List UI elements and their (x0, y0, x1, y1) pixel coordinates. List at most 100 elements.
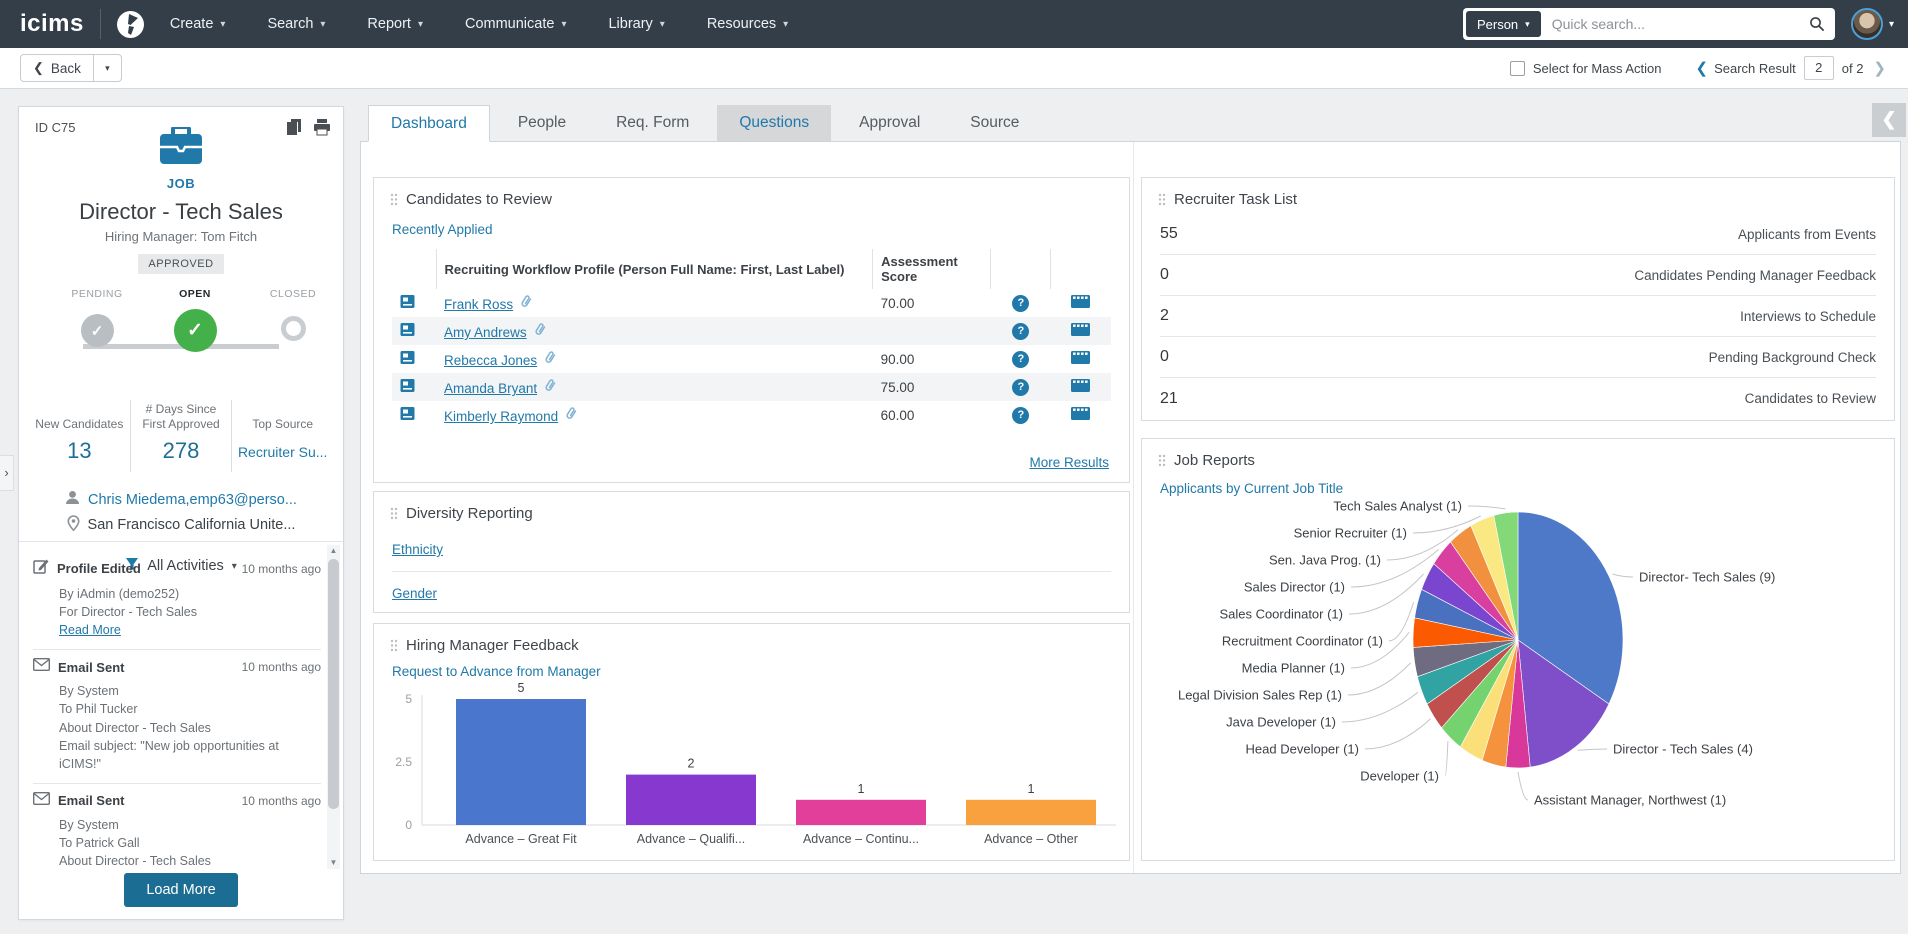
candidate-name-link[interactable]: Amanda Bryant (444, 381, 537, 396)
tab-approval[interactable]: Approval (837, 105, 942, 141)
activity-scrollbar[interactable]: ▲ ▼ (327, 545, 340, 869)
stat-value[interactable]: Recruiter Su... (236, 444, 329, 460)
candidate-name-link[interactable]: Rebecca Jones (444, 353, 537, 368)
back-button[interactable]: ❮ Back (21, 55, 93, 81)
activity-timestamp: 10 months ago (242, 794, 321, 808)
bar[interactable] (966, 800, 1096, 825)
task-row[interactable]: 55Applicants from Events (1160, 214, 1876, 255)
back-dropdown-button[interactable]: ▾ (93, 55, 121, 81)
duplicate-icon[interactable] (286, 118, 303, 141)
tab-people[interactable]: People (496, 105, 588, 141)
menu-resources[interactable]: Resources▾ (707, 16, 788, 32)
prev-result-button[interactable]: ❮ (1690, 59, 1715, 77)
assessment-help-icon[interactable]: ? (1012, 379, 1029, 396)
recently-applied-link[interactable]: Recently Applied (392, 222, 493, 237)
mass-action-checkbox[interactable] (1510, 61, 1525, 76)
job-owner-link[interactable]: Chris Miedema,emp63@perso... (88, 492, 297, 508)
result-total-label: of 2 (1842, 61, 1864, 76)
request-advance-link[interactable]: Request to Advance from Manager (392, 664, 601, 679)
more-results-link[interactable]: More Results (1029, 455, 1109, 470)
video-icon[interactable] (1071, 381, 1090, 396)
user-avatar[interactable] (1851, 8, 1883, 40)
hiring-manager: Hiring Manager: Tom Fitch (33, 229, 329, 244)
profile-card-icon[interactable] (400, 381, 415, 396)
drag-handle-icon[interactable] (1158, 454, 1166, 467)
assessment-help-icon[interactable]: ? (1012, 323, 1029, 340)
assessment-help-icon[interactable]: ? (1012, 351, 1029, 368)
video-icon[interactable] (1071, 353, 1090, 368)
menu-create[interactable]: Create▾ (170, 16, 226, 32)
tab-source[interactable]: Source (948, 105, 1041, 141)
bar[interactable] (796, 800, 926, 825)
icims-mark-icon[interactable] (117, 11, 144, 38)
user-menu-chevron-icon[interactable]: ▾ (1889, 19, 1894, 30)
assessment-score: 90.00 (873, 345, 991, 373)
paperclip-icon[interactable] (520, 297, 532, 312)
search-input[interactable] (1544, 16, 1809, 32)
bar-value-label: 2 (688, 757, 695, 771)
profile-tabs: DashboardPeopleReq. FormQuestionsApprova… (368, 105, 1047, 142)
applicants-report-link[interactable]: Applicants by Current Job Title (1160, 481, 1343, 496)
scrollbar-thumb[interactable] (328, 559, 339, 809)
activity-detail: By SystemTo Patrick GallAbout Director -… (59, 816, 321, 873)
gender-link[interactable]: Gender (392, 586, 437, 601)
video-icon[interactable] (1071, 325, 1090, 340)
candidates-table: Recruiting Workflow Profile (Person Full… (392, 249, 1111, 429)
candidate-row: Kimberly Raymond 60.00? (392, 401, 1111, 429)
profile-card-icon[interactable] (400, 325, 415, 340)
video-icon[interactable] (1071, 409, 1090, 424)
collapse-panel-button[interactable]: ❮ (1872, 103, 1906, 137)
profile-card-icon[interactable] (400, 409, 415, 424)
sidebar-expander[interactable]: › (0, 455, 14, 491)
candidate-name-link[interactable]: Kimberly Raymond (444, 409, 558, 424)
tab-req-form[interactable]: Req. Form (594, 105, 711, 141)
tab-questions[interactable]: Questions (717, 105, 831, 141)
task-row[interactable]: 0Pending Background Check (1160, 337, 1876, 378)
drag-handle-icon[interactable] (390, 507, 398, 520)
load-more-button[interactable]: Load More (124, 873, 237, 907)
print-icon[interactable] (313, 118, 331, 141)
ethnicity-link[interactable]: Ethnicity (392, 542, 443, 557)
profile-card-icon[interactable] (400, 297, 415, 312)
bar[interactable] (456, 699, 586, 825)
menu-communicate[interactable]: Communicate▾ (465, 16, 566, 32)
drag-handle-icon[interactable] (1158, 193, 1166, 206)
scroll-up-icon[interactable]: ▲ (327, 545, 340, 557)
activity-head: Profile Edited10 months ago (33, 558, 321, 579)
status-badge: APPROVED (138, 254, 223, 274)
read-more-link[interactable]: Read More (59, 623, 121, 637)
task-row[interactable]: 2Interviews to Schedule (1160, 296, 1876, 337)
task-row[interactable]: 0Candidates Pending Manager Feedback (1160, 255, 1876, 296)
candidate-name-link[interactable]: Amy Andrews (444, 325, 527, 340)
back-split-button: ❮ Back ▾ (20, 54, 122, 82)
search-icon[interactable] (1809, 16, 1825, 32)
y-tick: 2.5 (395, 755, 412, 769)
drag-handle-icon[interactable] (390, 193, 398, 206)
menu-search[interactable]: Search▾ (267, 16, 325, 32)
assessment-score: 60.00 (873, 401, 991, 429)
quick-search: Person ▾ (1463, 8, 1835, 40)
assessment-help-icon[interactable]: ? (1012, 295, 1029, 312)
paperclip-icon[interactable] (544, 381, 556, 396)
paperclip-icon[interactable] (565, 409, 577, 424)
menu-report[interactable]: Report▾ (367, 16, 423, 32)
tab-dashboard[interactable]: Dashboard (368, 105, 490, 142)
search-scope-dropdown[interactable]: Person ▾ (1466, 11, 1541, 37)
assessment-help-icon[interactable]: ? (1012, 407, 1029, 424)
paperclip-icon[interactable] (544, 353, 556, 368)
task-row[interactable]: 21Candidates to Review (1160, 378, 1876, 419)
next-result-button[interactable]: ❯ (1867, 59, 1892, 77)
activity-item: Email Sent10 months agoBy SystemTo Phil … (33, 650, 321, 784)
menu-library[interactable]: Library▾ (608, 16, 664, 32)
scroll-down-icon[interactable]: ▼ (327, 857, 340, 869)
bar[interactable] (626, 775, 756, 825)
step-check-icon: ✓ (81, 314, 114, 347)
result-index-input[interactable]: 2 (1804, 56, 1834, 80)
paperclip-icon[interactable] (534, 325, 546, 340)
profile-card-icon[interactable] (400, 353, 415, 368)
pie-label: Senior Recruiter (1) (1294, 526, 1407, 541)
video-icon[interactable] (1071, 297, 1090, 312)
candidate-name-link[interactable]: Frank Ross (444, 297, 513, 312)
diversity-row: Ethnicity (392, 528, 1111, 572)
drag-handle-icon[interactable] (390, 639, 398, 652)
